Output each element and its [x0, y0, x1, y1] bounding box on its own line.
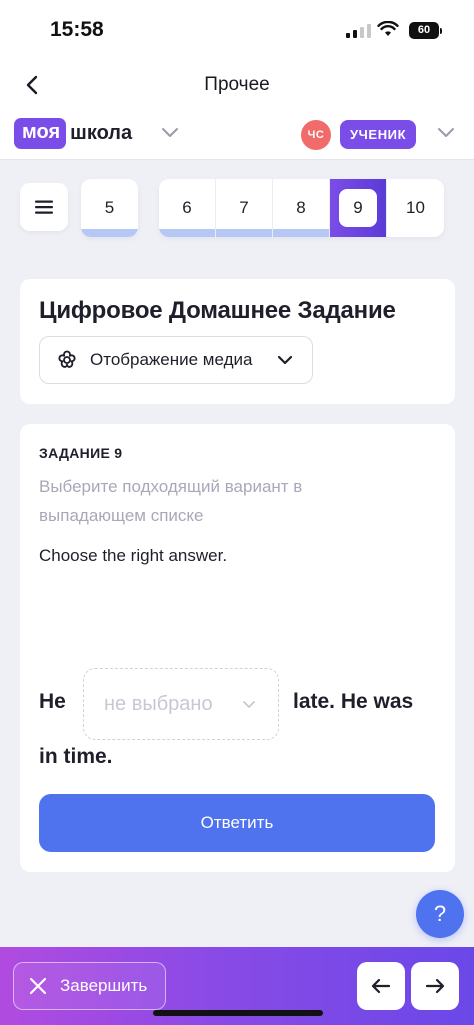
arrow-left-icon [371, 978, 391, 994]
sentence-end: in time. [39, 745, 113, 768]
chevron-down-icon [277, 355, 293, 365]
avatar[interactable]: ЧС [301, 120, 331, 150]
page-title: Прочее [204, 74, 270, 95]
question-tab-5[interactable]: 5 [81, 179, 138, 237]
sentence-start: He [39, 690, 66, 713]
battery-icon: 60 [409, 22, 442, 39]
answer-dropdown-value: не выбрано [104, 692, 213, 715]
cellular-signal-icon [346, 24, 371, 38]
answer-dropdown[interactable]: не выбрано [83, 668, 279, 740]
finish-button[interactable]: Завершить [13, 962, 166, 1010]
close-icon [29, 977, 47, 995]
logo-part1: моя [14, 118, 67, 149]
app-logo[interactable]: моя школа [14, 118, 132, 149]
question-tab-9[interactable]: 9 [330, 179, 387, 237]
help-button[interactable]: ? [416, 890, 464, 938]
submit-answer-button[interactable]: Ответить [39, 794, 435, 852]
school-header: моя школа ЧС УЧЕНИК [0, 108, 474, 160]
task-hint: Выберите подходящий вариант в выпадающем… [39, 477, 303, 525]
chevron-down-icon [243, 701, 255, 708]
question-tab-8[interactable]: 8 [273, 179, 330, 237]
nav-bar: Прочее [0, 62, 474, 108]
previous-question-button[interactable] [357, 962, 405, 1010]
role-badge[interactable]: УЧЕНИК [340, 120, 417, 149]
question-tab-6[interactable]: 6 [159, 179, 216, 237]
task-label: ЗАДАНИЕ 9 [39, 445, 123, 461]
question-tab-7[interactable]: 7 [216, 179, 273, 237]
question-tab-10[interactable]: 10 [387, 179, 444, 237]
flower-settings-icon [58, 350, 76, 368]
question-menu-button[interactable] [20, 183, 68, 231]
question-group-1: 5 [81, 179, 138, 237]
task-card: ЗАДАНИЕ 9 Выберите подходящий вариант в … [20, 424, 455, 872]
logo-part2: школа [70, 122, 133, 144]
home-indicator [153, 1010, 323, 1016]
homework-title: Цифровое Домашнее Задание [39, 297, 396, 324]
sentence-middle: late. He was [293, 690, 414, 713]
homework-header-card: Цифровое Домашнее Задание Отображение ме… [20, 279, 455, 404]
next-question-button[interactable] [411, 962, 459, 1010]
hamburger-menu-icon [35, 200, 53, 214]
question-tab-9-label: 9 [339, 189, 377, 227]
status-bar: 15:58 60 [0, 0, 474, 62]
chevron-down-icon[interactable] [160, 126, 180, 140]
task-instruction: Choose the right answer. [39, 546, 228, 565]
chevron-down-icon[interactable] [436, 126, 456, 140]
media-display-button[interactable]: Отображение медиа [39, 336, 313, 384]
media-display-label: Отображение медиа [90, 350, 253, 369]
status-time: 15:58 [50, 18, 104, 41]
finish-label: Завершить [60, 976, 148, 995]
wifi-icon [377, 21, 399, 36]
arrow-right-icon [425, 978, 445, 994]
question-group-2: 6 7 8 9 10 [159, 179, 444, 237]
